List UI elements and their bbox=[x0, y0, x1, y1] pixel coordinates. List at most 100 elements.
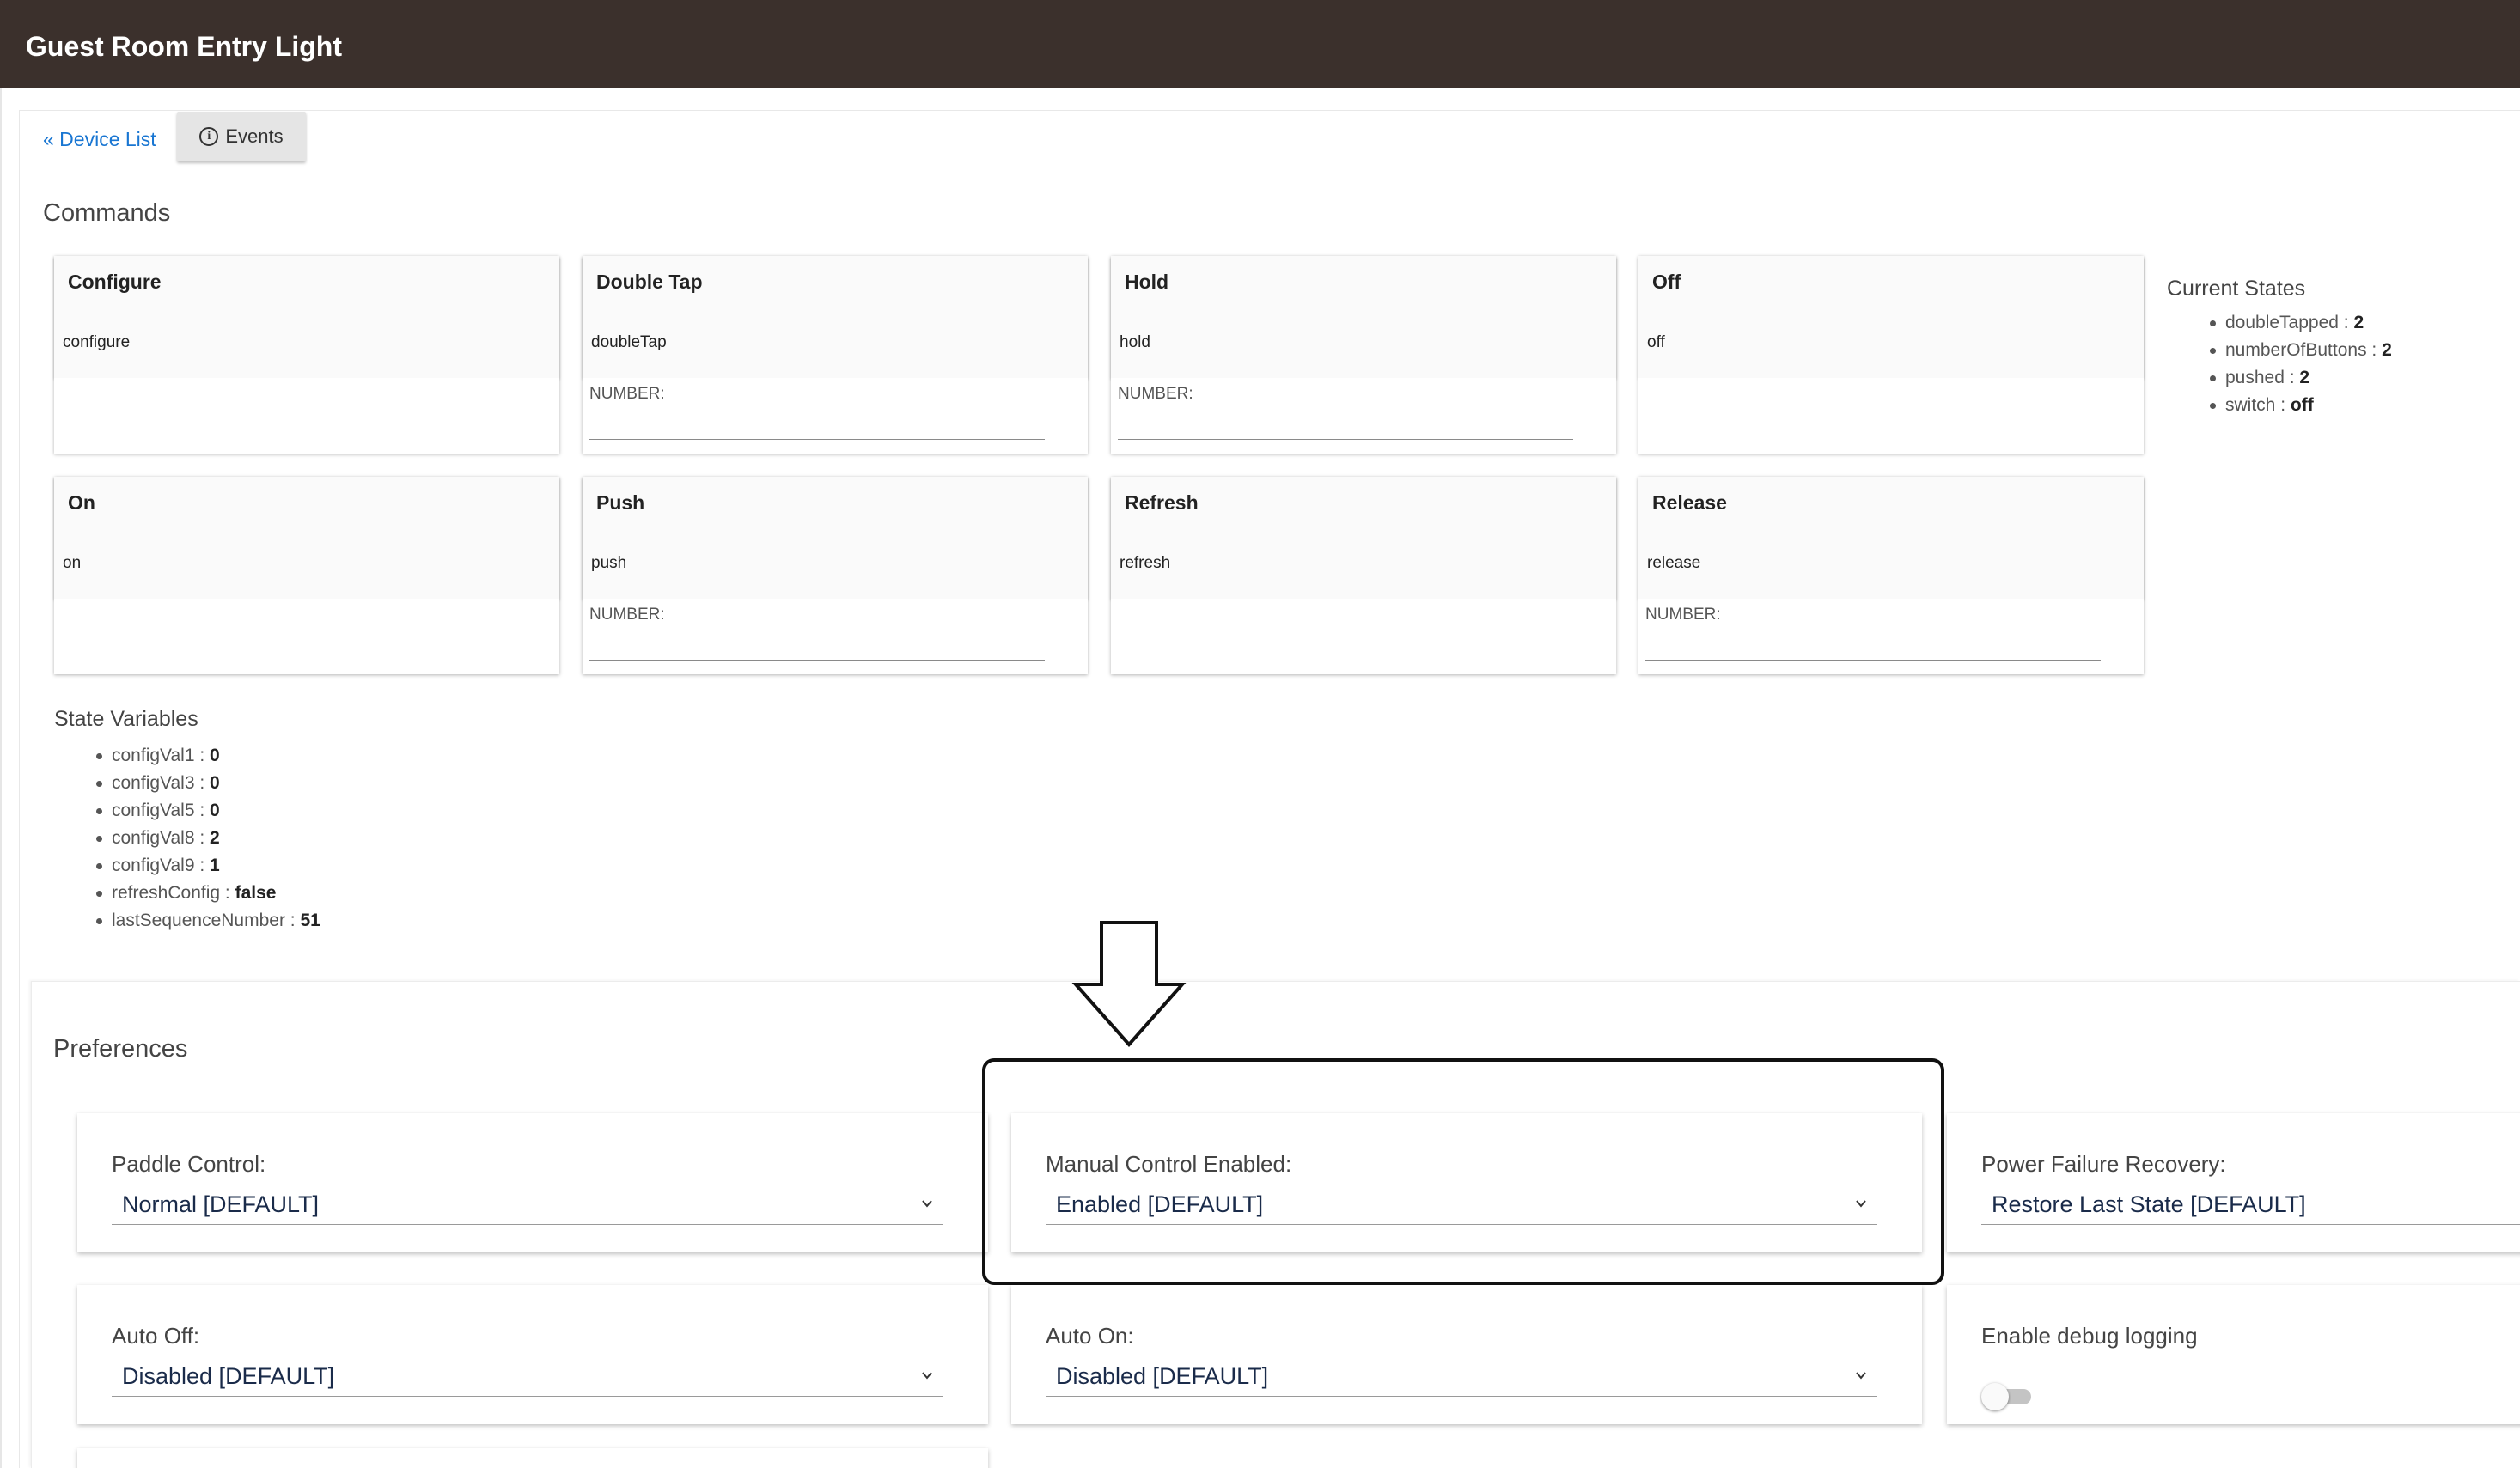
auto-on-label: Auto On: bbox=[1046, 1323, 1134, 1349]
auto-off-label: Auto Off: bbox=[112, 1323, 200, 1349]
auto-on-select[interactable]: Disabled [DEFAULT] bbox=[1046, 1354, 1877, 1397]
command-title: Double Tap bbox=[596, 271, 703, 293]
paddle-control-select[interactable]: Normal [DEFAULT] bbox=[112, 1182, 943, 1225]
power-failure-select[interactable]: Restore Last State [DEFAULT] bbox=[1981, 1182, 2520, 1225]
current-states-heading: Current States bbox=[2167, 277, 2306, 301]
preferences-heading: Preferences bbox=[53, 1035, 188, 1063]
command-card-off: Off off bbox=[1638, 256, 2144, 454]
command-params bbox=[54, 378, 559, 454]
list-item: configVal8 : 2 bbox=[96, 825, 320, 852]
command-card-configure: Configure configure bbox=[54, 256, 559, 454]
auto-on-card: Auto On: Disabled [DEFAULT] bbox=[1011, 1285, 1922, 1424]
command-params: NUMBER: bbox=[583, 378, 1088, 454]
paddle-control-card: Paddle Control: Normal [DEFAULT] bbox=[77, 1113, 988, 1252]
events-button[interactable]: i Events bbox=[177, 112, 306, 161]
configure-command-button[interactable]: Configure configure bbox=[54, 256, 559, 378]
command-params bbox=[1638, 378, 2144, 454]
command-params bbox=[1111, 599, 1616, 674]
push-number-input[interactable] bbox=[589, 633, 1045, 661]
list-item: configVal9 : 1 bbox=[96, 852, 320, 880]
command-params: NUMBER: bbox=[1111, 378, 1616, 454]
command-card-on: On on bbox=[54, 477, 559, 674]
command-card-release: Release release NUMBER: bbox=[1638, 477, 2144, 674]
command-method: release bbox=[1647, 554, 1701, 572]
debug-logging-card: Enable debug logging bbox=[1947, 1285, 2520, 1424]
list-item: pushed : 2 bbox=[2210, 364, 2392, 392]
state-variables-list: configVal1 : 0 configVal3 : 0 configVal5… bbox=[96, 742, 320, 935]
state-variables-heading: State Variables bbox=[54, 707, 198, 731]
command-method: refresh bbox=[1120, 554, 1171, 572]
hold-command-button[interactable]: Hold hold bbox=[1111, 256, 1616, 378]
current-states-panel: Current States doubleTapped : 2 numberOf… bbox=[2167, 273, 2392, 419]
auto-off-card: Auto Off: Disabled [DEFAULT] bbox=[77, 1285, 988, 1424]
list-item: numberOfButtons : 2 bbox=[2210, 337, 2392, 364]
list-item: doubleTapped : 2 bbox=[2210, 309, 2392, 337]
device-title: Guest Room Entry Light bbox=[26, 31, 342, 62]
release-command-button[interactable]: Release release bbox=[1638, 477, 2144, 599]
hold-number-input[interactable] bbox=[1118, 412, 1573, 440]
select-value: Disabled [DEFAULT] bbox=[1056, 1363, 1269, 1389]
number-param-label: NUMBER: bbox=[589, 385, 665, 403]
list-item: configVal1 : 0 bbox=[96, 742, 320, 770]
manual-control-label: Manual Control Enabled: bbox=[1046, 1151, 1292, 1177]
number-param-label: NUMBER: bbox=[589, 606, 665, 624]
command-title: Hold bbox=[1125, 271, 1169, 293]
command-method: configure bbox=[63, 333, 131, 351]
command-params: NUMBER: bbox=[583, 599, 1088, 674]
list-item: refreshConfig : false bbox=[96, 880, 320, 907]
double-tap-command-button[interactable]: Double Tap doubleTap bbox=[583, 256, 1088, 378]
chevron-down-icon bbox=[1856, 1372, 1866, 1380]
select-value: Normal [DEFAULT] bbox=[122, 1191, 320, 1217]
release-number-input[interactable] bbox=[1645, 633, 2101, 661]
app-header: Guest Room Entry Light bbox=[0, 0, 2520, 88]
number-param-label: NUMBER: bbox=[1645, 606, 1721, 624]
double-tap-number-input[interactable] bbox=[589, 412, 1045, 440]
auto-off-select[interactable]: Disabled [DEFAULT] bbox=[112, 1354, 943, 1397]
command-title: Refresh bbox=[1125, 491, 1199, 514]
select-value: Enabled [DEFAULT] bbox=[1056, 1191, 1264, 1217]
chevron-down-icon bbox=[1856, 1200, 1866, 1208]
events-button-label: Events bbox=[225, 125, 284, 147]
command-title: Off bbox=[1652, 271, 1681, 293]
command-title: Release bbox=[1652, 491, 1727, 514]
list-item: configVal3 : 0 bbox=[96, 770, 320, 797]
state-variables-panel: State Variables configVal1 : 0 configVal… bbox=[54, 704, 320, 935]
number-param-label: NUMBER: bbox=[1118, 385, 1193, 403]
info-icon: i bbox=[199, 127, 219, 146]
off-command-button[interactable]: Off off bbox=[1638, 256, 2144, 378]
debug-logging-toggle[interactable] bbox=[1981, 1381, 2033, 1410]
command-method: doubleTap bbox=[591, 333, 667, 351]
command-card-hold: Hold hold NUMBER: bbox=[1111, 256, 1616, 454]
toggle-knob bbox=[1981, 1383, 2009, 1410]
refresh-command-button[interactable]: Refresh refresh bbox=[1111, 477, 1616, 599]
list-item: switch : off bbox=[2210, 392, 2392, 419]
chevron-down-icon bbox=[922, 1200, 932, 1208]
command-method: on bbox=[63, 554, 82, 572]
command-card-refresh: Refresh refresh bbox=[1111, 477, 1616, 674]
command-params bbox=[54, 599, 559, 674]
command-method: hold bbox=[1120, 333, 1150, 351]
debug-logging-label: Enable debug logging bbox=[1981, 1323, 2198, 1349]
chevron-down-icon bbox=[922, 1372, 932, 1380]
paddle-control-label: Paddle Control: bbox=[112, 1151, 266, 1177]
select-value: Restore Last State [DEFAULT] bbox=[1992, 1191, 2306, 1217]
select-value: Disabled [DEFAULT] bbox=[122, 1363, 335, 1389]
power-failure-card: Power Failure Recovery: Restore Last Sta… bbox=[1947, 1113, 2520, 1252]
list-item: lastSequenceNumber : 51 bbox=[96, 907, 320, 935]
command-title: Configure bbox=[68, 271, 162, 293]
commands-heading: Commands bbox=[43, 199, 171, 227]
manual-control-select[interactable]: Enabled [DEFAULT] bbox=[1046, 1182, 1877, 1225]
command-card-double-tap: Double Tap doubleTap NUMBER: bbox=[583, 256, 1088, 454]
command-title: On bbox=[68, 491, 95, 514]
left-divider bbox=[0, 88, 2, 1468]
command-method: push bbox=[591, 554, 627, 572]
command-params: NUMBER: bbox=[1638, 599, 2144, 674]
manual-control-card: Manual Control Enabled: Enabled [DEFAULT… bbox=[1011, 1113, 1922, 1252]
on-command-button[interactable]: On on bbox=[54, 477, 559, 599]
push-command-button[interactable]: Push push bbox=[583, 477, 1088, 599]
power-failure-label: Power Failure Recovery: bbox=[1981, 1151, 2226, 1177]
preference-card-partial bbox=[77, 1448, 988, 1468]
device-list-link[interactable]: « Device List bbox=[43, 127, 156, 151]
list-item: configVal5 : 0 bbox=[96, 797, 320, 825]
command-method: off bbox=[1647, 333, 1665, 351]
